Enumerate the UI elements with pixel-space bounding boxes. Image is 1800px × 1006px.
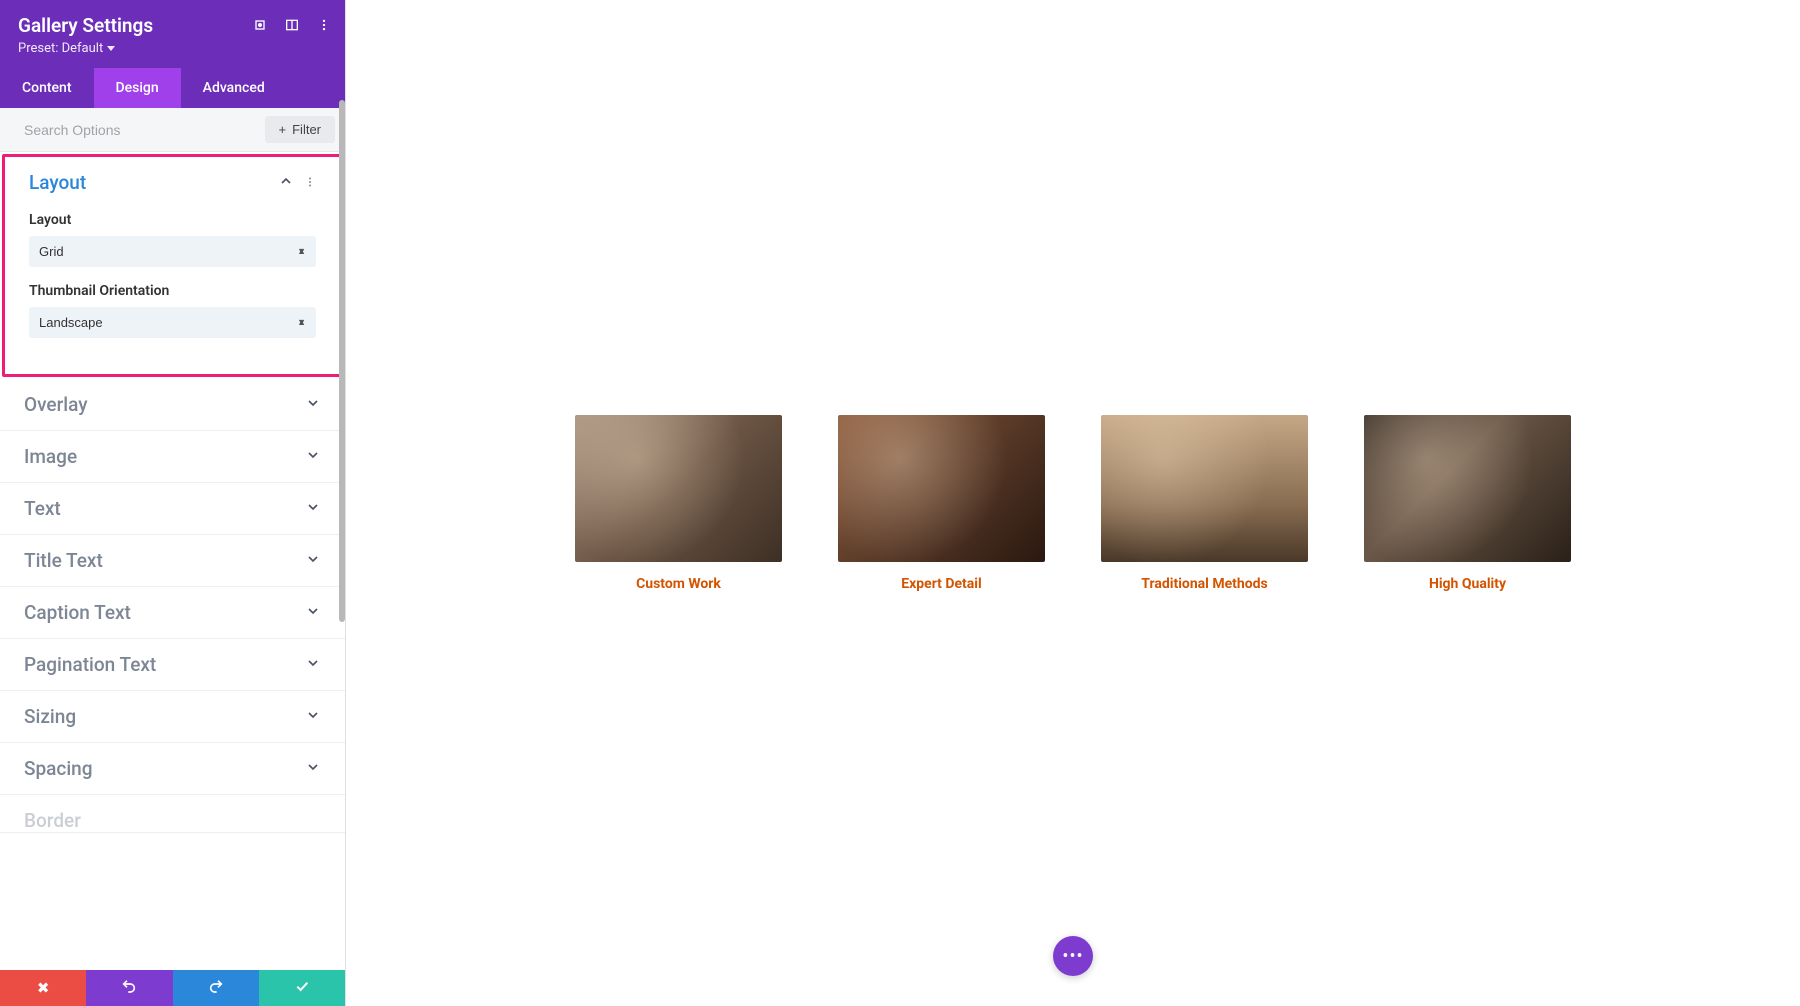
gallery-item[interactable]: High Quality (1364, 415, 1571, 592)
tab-advanced[interactable]: Advanced (181, 68, 287, 108)
section-title-overlay: Overlay (24, 393, 88, 416)
gallery-grid: Custom Work Expert Detail Traditional Me… (575, 415, 1571, 592)
layout-select[interactable]: Grid (29, 236, 316, 267)
gallery-item[interactable]: Custom Work (575, 415, 782, 592)
plus-icon: + (279, 122, 287, 137)
gallery-image (1364, 415, 1571, 562)
gallery-caption: Expert Detail (838, 576, 1045, 592)
section-header-title-text[interactable]: Title Text (0, 535, 345, 586)
section-header-pagination-text[interactable]: Pagination Text (0, 639, 345, 690)
search-row: + Filter (0, 108, 345, 152)
section-title-text: Title Text (0, 535, 345, 587)
gallery-item[interactable]: Traditional Methods (1101, 415, 1308, 592)
section-pagination-text: Pagination Text (0, 639, 345, 691)
footer-actions: ✖ (0, 970, 345, 1006)
sidebar-scrollbar[interactable] (339, 100, 345, 970)
undo-icon (121, 978, 137, 998)
layout-field-label: Layout (29, 212, 316, 228)
save-button[interactable] (259, 970, 345, 1006)
section-header-layout[interactable]: Layout (5, 157, 340, 208)
section-title-spacing: Spacing (24, 757, 93, 780)
settings-sidebar: Gallery Settings Preset: Default Content (0, 0, 346, 1006)
gallery-caption: High Quality (1364, 576, 1571, 592)
check-icon (294, 978, 310, 998)
cancel-button[interactable]: ✖ (0, 970, 86, 1006)
section-header-spacing[interactable]: Spacing (0, 743, 345, 794)
settings-tabs: Content Design Advanced (0, 68, 345, 108)
section-title-border: Border (24, 809, 81, 832)
redo-button[interactable] (173, 970, 259, 1006)
close-icon: ✖ (37, 979, 50, 997)
caret-down-icon (107, 46, 115, 51)
section-title-captiontext: Caption Text (24, 601, 131, 624)
filter-label: Filter (292, 122, 321, 137)
chevron-down-icon (305, 603, 321, 623)
preset-dropdown[interactable]: Preset: Default (18, 41, 327, 56)
expand-icon[interactable] (251, 16, 269, 34)
gallery-image (1101, 415, 1308, 562)
section-title-paginationtext: Pagination Text (24, 653, 156, 676)
section-header-sizing[interactable]: Sizing (0, 691, 345, 742)
scrollbar-thumb[interactable] (339, 100, 345, 622)
section-more-icon[interactable] (304, 173, 316, 192)
fab-more-button[interactable]: ••• (1053, 936, 1093, 976)
tab-design[interactable]: Design (94, 68, 181, 108)
thumb-field-label: Thumbnail Orientation (29, 283, 316, 299)
section-header-border[interactable]: Border (0, 795, 345, 832)
chevron-down-icon (305, 499, 321, 519)
search-input[interactable] (24, 122, 265, 138)
section-title-text: Text (24, 497, 61, 520)
redo-icon (208, 978, 224, 998)
section-header-overlay[interactable]: Overlay (0, 379, 345, 430)
sections-list[interactable]: Layout Layout (0, 152, 345, 970)
chevron-down-icon (305, 759, 321, 779)
undo-button[interactable] (86, 970, 172, 1006)
gallery-image (575, 415, 782, 562)
preset-label: Preset: Default (18, 41, 103, 56)
gallery-image (838, 415, 1045, 562)
gallery-caption: Traditional Methods (1101, 576, 1308, 592)
chevron-down-icon (305, 655, 321, 675)
tab-content[interactable]: Content (0, 68, 94, 108)
section-header-text[interactable]: Text (0, 483, 345, 534)
ellipsis-icon: ••• (1062, 946, 1083, 967)
section-spacing: Spacing (0, 743, 345, 795)
section-border: Border (0, 795, 345, 833)
section-text: Text (0, 483, 345, 535)
sidebar-header: Gallery Settings Preset: Default (0, 0, 345, 68)
thumbnail-select[interactable]: Landscape (29, 307, 316, 338)
section-title-sizing: Sizing (24, 705, 76, 728)
gallery-item[interactable]: Expert Detail (838, 415, 1045, 592)
section-sizing: Sizing (0, 691, 345, 743)
chevron-down-icon (305, 447, 321, 467)
section-layout: Layout Layout (2, 154, 343, 377)
section-header-image[interactable]: Image (0, 431, 345, 482)
chevron-down-icon (305, 395, 321, 415)
section-body-layout: Layout Grid ▲▼ Thumbnail Orientation (5, 208, 340, 374)
section-overlay: Overlay (0, 379, 345, 431)
section-title-titletext: Title Text (24, 549, 103, 572)
section-title-image: Image (24, 445, 77, 468)
section-title-layout: Layout (29, 171, 86, 194)
section-caption-text: Caption Text (0, 587, 345, 639)
gallery-caption: Custom Work (575, 576, 782, 592)
panel-icon[interactable] (283, 16, 301, 34)
more-icon[interactable] (315, 16, 333, 34)
preview-area: Custom Work Expert Detail Traditional Me… (346, 0, 1800, 1006)
filter-button[interactable]: + Filter (265, 116, 335, 143)
chevron-down-icon (305, 551, 321, 571)
chevron-down-icon (305, 707, 321, 727)
section-header-caption-text[interactable]: Caption Text (0, 587, 345, 638)
chevron-up-icon (278, 173, 294, 193)
section-image: Image (0, 431, 345, 483)
